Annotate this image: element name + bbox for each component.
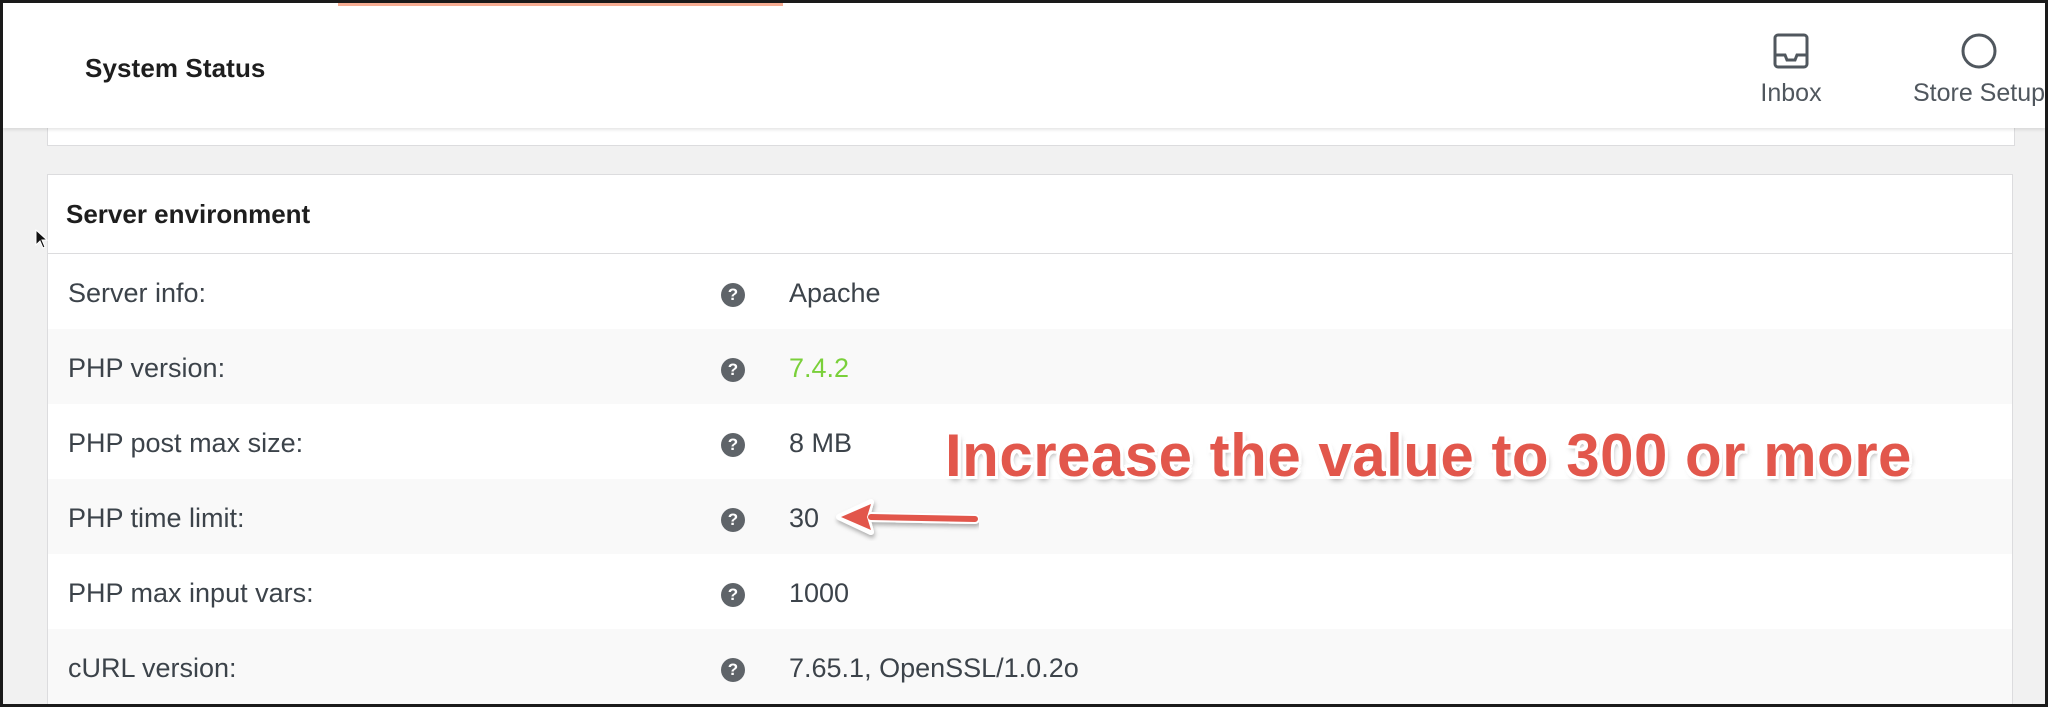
annotation-callout-text: Increase the value to 300 or more bbox=[945, 422, 1912, 489]
table-row-curl-version: cURL version: ? 7.65.1, OpenSSL/1.0.2o bbox=[48, 629, 2012, 704]
inbox-icon bbox=[1773, 33, 1809, 69]
inbox-label: Inbox bbox=[1760, 79, 1822, 107]
help-icon[interactable]: ? bbox=[721, 433, 745, 457]
row-value: Apache bbox=[789, 278, 881, 308]
table-row-server-info: Server info: ? Apache bbox=[48, 254, 2012, 329]
table-row-php-max-input-vars: PHP max input vars: ? 1000 bbox=[48, 554, 2012, 629]
row-label: PHP version: bbox=[68, 353, 226, 383]
row-value: 7.65.1, OpenSSL/1.0.2o bbox=[789, 653, 1079, 683]
help-icon[interactable]: ? bbox=[721, 508, 745, 532]
row-label: Server info: bbox=[68, 278, 207, 308]
help-icon[interactable]: ? bbox=[721, 283, 745, 307]
screenshot-frame: System Status Inbox Store Setup Server e… bbox=[0, 0, 2048, 707]
row-value: 30 bbox=[789, 503, 820, 533]
table-row-php-time-limit: PHP time limit: ? 30 bbox=[48, 479, 2012, 554]
help-icon[interactable]: ? bbox=[721, 583, 745, 607]
page-title: System Status bbox=[85, 53, 266, 83]
panel-title: Server environment bbox=[66, 199, 311, 229]
top-header: System Status Inbox Store Setup bbox=[3, 3, 2045, 128]
row-label: cURL version: bbox=[68, 653, 237, 683]
row-label: PHP time limit: bbox=[68, 503, 245, 533]
inbox-button[interactable]: Inbox bbox=[1751, 29, 1831, 108]
store-setup-button[interactable]: Store Setup bbox=[1891, 29, 2046, 108]
mouse-cursor-icon bbox=[35, 229, 49, 249]
row-label: PHP max input vars: bbox=[68, 578, 314, 608]
store-setup-label: Store Setup bbox=[1912, 79, 2046, 107]
row-value: 7.4.2 bbox=[789, 353, 850, 383]
header-accent-line bbox=[338, 3, 783, 6]
row-value: 8 MB bbox=[789, 428, 853, 458]
help-icon[interactable]: ? bbox=[721, 358, 745, 382]
panel-header: Server environment bbox=[48, 175, 2012, 254]
help-icon[interactable]: ? bbox=[721, 658, 745, 682]
circle-progress-icon bbox=[1961, 33, 1997, 69]
row-label: PHP post max size: bbox=[68, 428, 304, 458]
row-value: 1000 bbox=[789, 578, 850, 608]
annotation-arrow-icon bbox=[836, 499, 979, 535]
table-row-php-version: PHP version: ? 7.4.2 bbox=[48, 329, 2012, 404]
